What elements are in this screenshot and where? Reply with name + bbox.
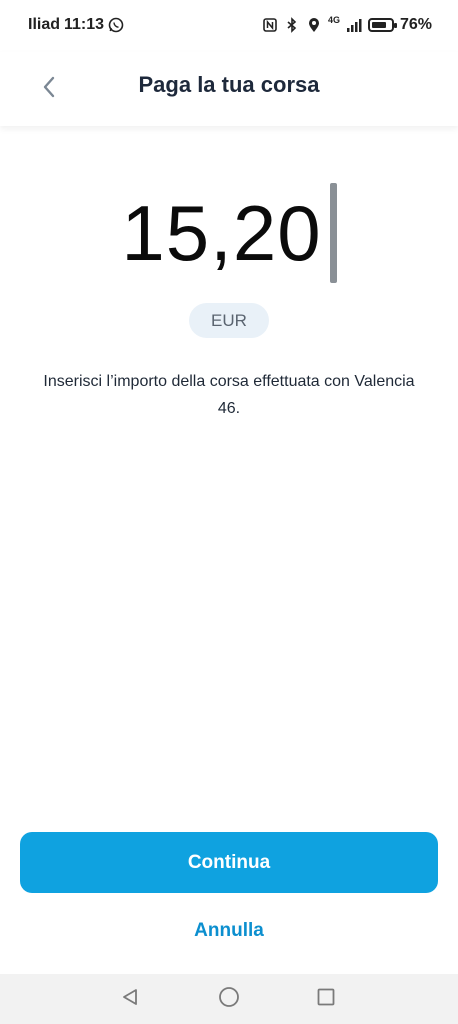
whatsapp-icon <box>108 17 124 33</box>
instruction-text: Inserisci l’importo della corsa effettua… <box>43 373 415 417</box>
cancel-button-label: Annulla <box>194 920 264 941</box>
page-title: Paga la tua corsa <box>138 72 320 97</box>
battery-icon <box>367 18 397 32</box>
carrier-name: Iliad <box>28 16 61 33</box>
currency-badge: EUR <box>189 303 269 338</box>
continue-button-label: Continua <box>187 851 271 873</box>
bluetooth-icon <box>284 17 300 33</box>
nfc-icon <box>262 17 278 33</box>
recents-square-icon <box>316 987 336 1012</box>
status-bar-left: Iliad 11:13 <box>28 16 124 34</box>
app-header: Paga la tua corsa <box>0 52 458 126</box>
home-circle-icon <box>218 986 240 1013</box>
amount-input[interactable]: 15,20 <box>0 183 458 283</box>
amount-value: 15,20 <box>121 189 322 277</box>
continue-button[interactable]: Continua <box>20 832 438 893</box>
back-triangle-icon <box>120 987 140 1012</box>
location-icon <box>306 17 322 33</box>
nav-recents-button[interactable] <box>314 987 338 1011</box>
text-cursor <box>329 183 337 283</box>
battery-fill <box>371 22 386 28</box>
battery-percent: 76% <box>399 16 432 33</box>
network-type: 4G <box>327 15 340 25</box>
system-nav-bar <box>0 974 458 1024</box>
status-bar-right: 4G 76% <box>262 15 432 34</box>
nav-back-button[interactable] <box>118 987 142 1011</box>
status-bar: Iliad 11:13 4G 76% <box>0 0 458 52</box>
nav-home-button[interactable] <box>217 986 241 1013</box>
cancel-button[interactable]: Annulla <box>0 920 458 950</box>
signal-icon <box>346 17 362 33</box>
clock: 11:13 <box>64 16 105 33</box>
